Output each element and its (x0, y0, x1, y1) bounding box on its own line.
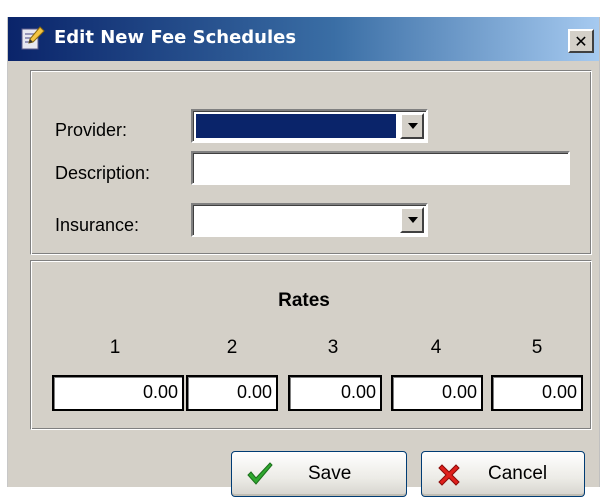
chevron-down-icon (408, 123, 418, 129)
rate-4-field[interactable]: 0.00 (391, 375, 483, 411)
description-label: Description: (55, 163, 151, 183)
rate-column-number: 5 (531, 337, 543, 358)
checkmark-icon (246, 462, 274, 493)
rate-column-number: 1 (109, 337, 121, 358)
save-button-label: Save (308, 463, 352, 484)
insurance-dropdown[interactable] (191, 203, 428, 237)
rate-column-number: 3 (327, 337, 339, 358)
rate-1-field[interactable]: 0.00 (52, 375, 184, 411)
dialog-window: Edit New Fee Schedules ✕ Provider: Descr… (7, 17, 600, 497)
cancel-button[interactable]: Cancel (421, 451, 585, 497)
window-title: Edit New Fee Schedules (54, 27, 297, 48)
rate-column-number: 2 (226, 337, 238, 358)
insurance-label: Insurance: (55, 215, 140, 235)
rate-column-number: 4 (430, 337, 442, 358)
insurance-selected-value (196, 208, 396, 232)
description-field[interactable] (191, 151, 570, 185)
title-bar[interactable]: Edit New Fee Schedules ✕ (8, 17, 600, 61)
close-icon: ✕ (574, 31, 588, 51)
chevron-down-icon (408, 217, 418, 223)
red-x-icon (436, 462, 462, 493)
window-edge (599, 17, 600, 487)
provider-dropdown[interactable] (191, 109, 428, 143)
provider-label: Provider: (55, 120, 128, 140)
rate-2-field[interactable]: 0.00 (186, 375, 278, 411)
rate-3-field[interactable]: 0.00 (288, 375, 382, 411)
save-button[interactable]: Save (231, 451, 407, 497)
insurance-dropdown-button[interactable] (400, 207, 424, 233)
provider-dropdown-button[interactable] (400, 113, 424, 139)
close-button[interactable]: ✕ (568, 29, 594, 53)
rates-heading: Rates (278, 290, 330, 311)
edit-form-icon (20, 25, 46, 51)
provider-selected-value (196, 114, 396, 138)
rate-5-field[interactable]: 0.00 (491, 375, 583, 411)
cancel-button-label: Cancel (488, 463, 548, 484)
